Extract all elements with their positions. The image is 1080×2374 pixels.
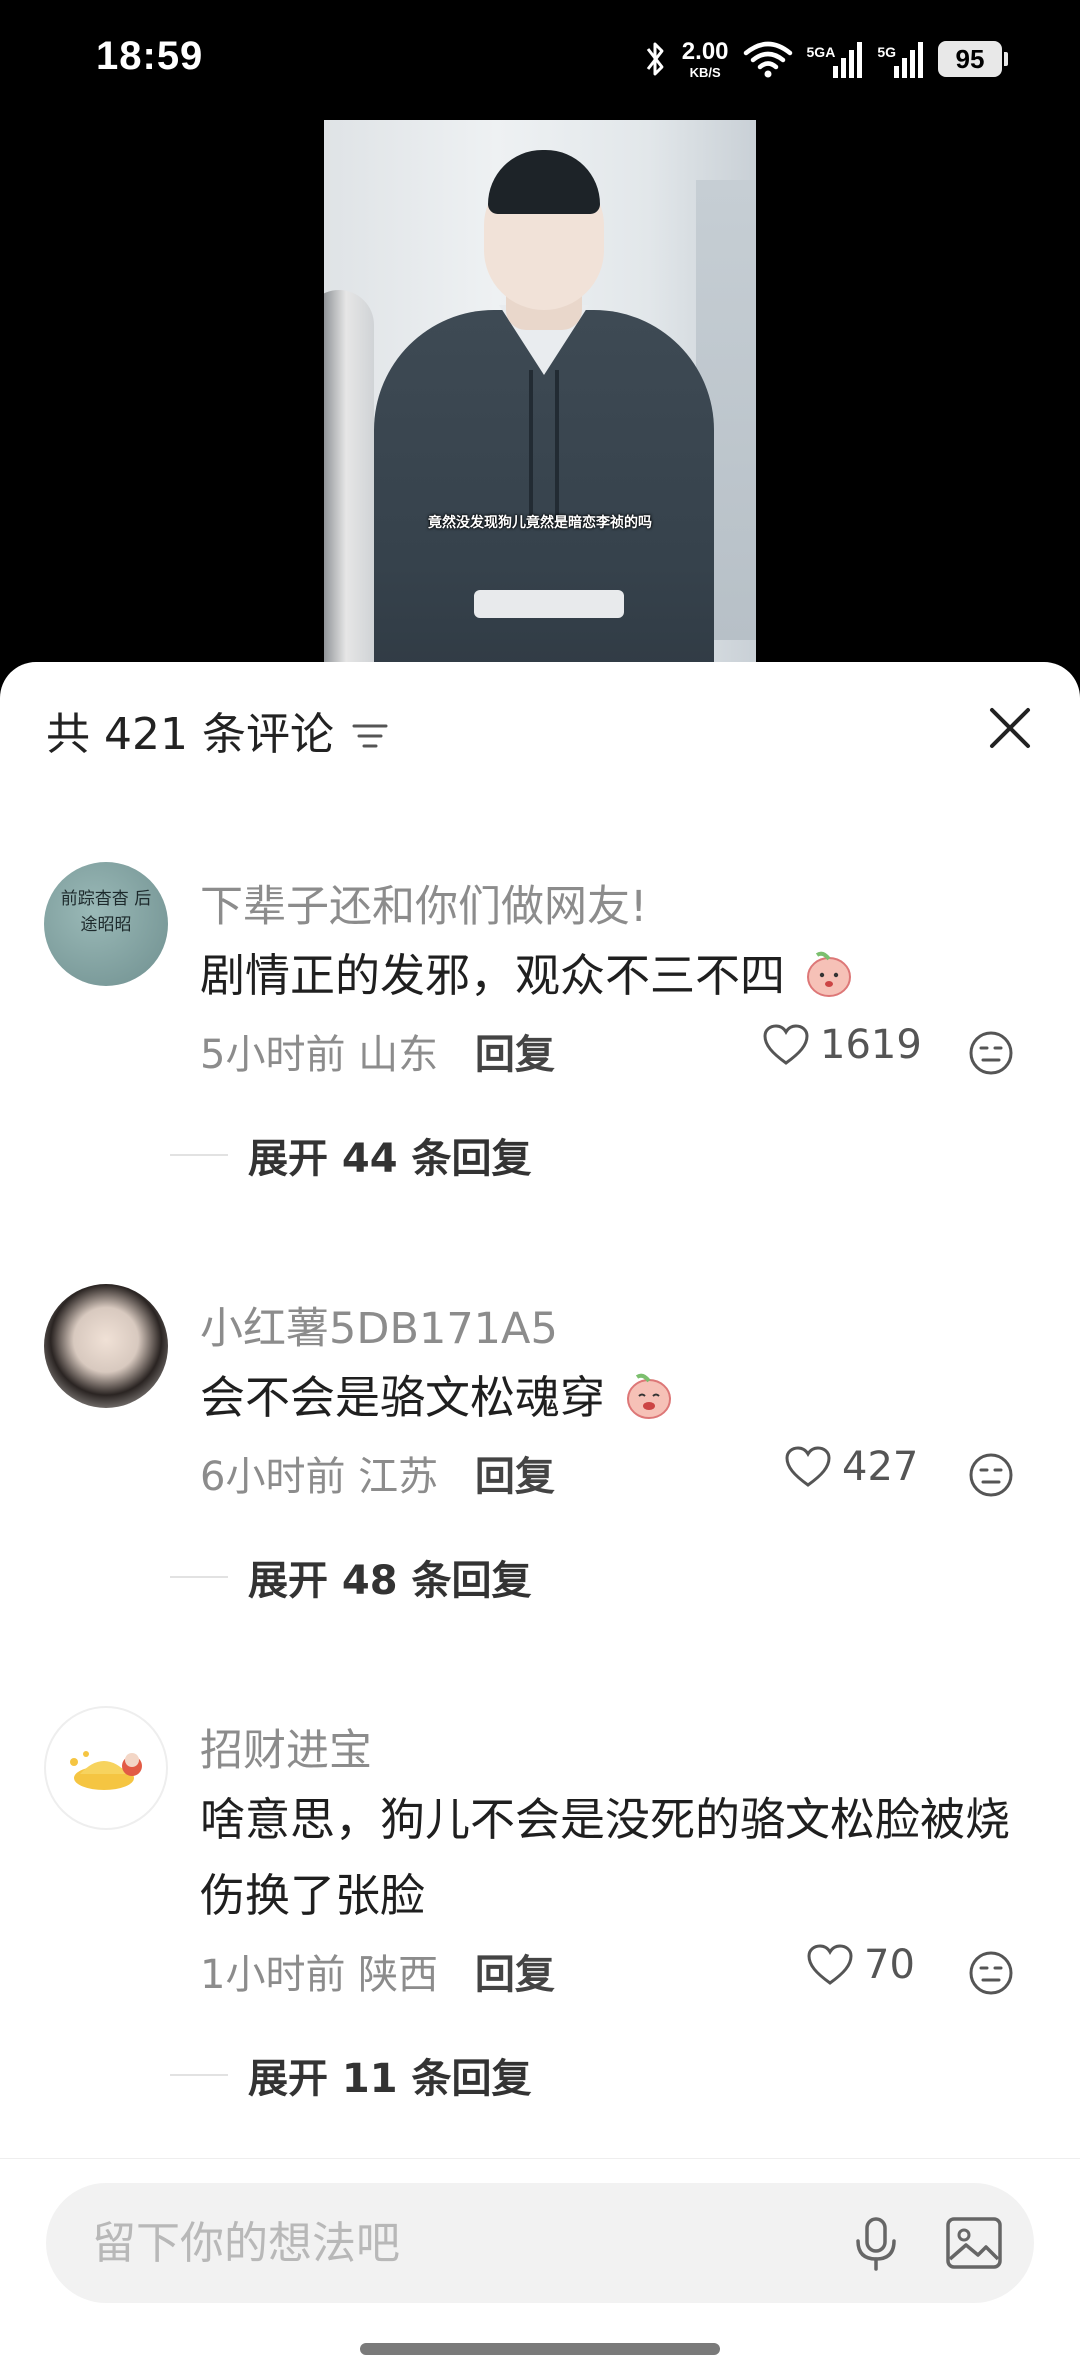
reply-button[interactable]: 回复 xyxy=(475,1454,555,1500)
network-speed-value: 2.00 xyxy=(681,37,729,65)
reply-button[interactable]: 回复 xyxy=(475,1952,555,1998)
comment-meta: 6小时前 江苏 回复 xyxy=(200,1444,555,1502)
expand-replies-button[interactable]: 展开 48 条回复 xyxy=(170,1548,532,1606)
video-character-hat xyxy=(488,150,600,214)
comment-panel-header: 共 421 条评论 xyxy=(0,662,1080,802)
avatar[interactable] xyxy=(44,1706,168,1830)
image-icon xyxy=(946,2217,1002,2269)
signal-5ga: 5GA xyxy=(807,40,864,78)
voice-input-button[interactable] xyxy=(846,2213,906,2273)
comment-time: 5小时前 xyxy=(200,1032,346,1078)
like-button[interactable]: 427 xyxy=(784,1444,918,1490)
signal-5g: 5G xyxy=(877,40,924,78)
avatar[interactable] xyxy=(44,1284,168,1408)
network-speed: 2.00 KB/S xyxy=(681,37,729,80)
expand-replies-label: 展开 44 条回复 xyxy=(248,1136,532,1182)
comment-location: 山东 xyxy=(358,1032,439,1078)
video-character-belt xyxy=(474,590,624,618)
expand-divider-line xyxy=(170,1154,228,1156)
expand-replies-button[interactable]: 展开 11 条回复 xyxy=(170,2046,532,2104)
avatar[interactable]: 前踪杳杳 后途昭昭 xyxy=(44,862,168,986)
sort-filter-icon[interactable] xyxy=(352,718,388,754)
like-button[interactable]: 70 xyxy=(806,1942,915,1988)
status-bar: 18:59 2.00 KB/S 5GA 5G 95 xyxy=(0,0,1080,120)
heart-icon xyxy=(807,1944,853,1985)
like-count: 1619 xyxy=(820,1022,922,1068)
video-player[interactable]: 竟然没发现狗儿竟然是暗恋李祯的吗 xyxy=(0,120,1080,680)
like-count: 427 xyxy=(842,1444,919,1490)
cellular-signal-icon xyxy=(894,42,923,78)
comment-text-content: 剧情正的发邪，观众不三不四 xyxy=(200,949,786,1002)
bluetooth-icon xyxy=(644,39,668,79)
network-speed-unit: KB/S xyxy=(689,64,721,80)
comment-input[interactable] xyxy=(92,2183,852,2303)
comment-count-title: 共 421 条评论 xyxy=(46,709,334,760)
status-icons: 2.00 KB/S 5GA 5G 95 xyxy=(644,34,1008,84)
react-emoji-button[interactable] xyxy=(968,1950,1014,1996)
signal-5ga-label: 5GA xyxy=(806,44,836,60)
wifi-icon xyxy=(743,39,793,79)
battery-indicator: 95 xyxy=(938,41,1008,77)
video-side-figure xyxy=(324,290,374,680)
comment-panel: 共 421 条评论 前踪杳杳 后途昭昭 下辈子还和你们做网友! 剧情正的发邪，观… xyxy=(0,662,1080,2374)
comment-meta: 5小时前 山东 回复 xyxy=(200,1022,555,1080)
like-button[interactable]: 1619 xyxy=(762,1022,922,1068)
cellular-signal-icon xyxy=(833,42,863,78)
react-emoji-button[interactable] xyxy=(968,1452,1014,1498)
neutral-face-icon xyxy=(969,1453,1013,1497)
microphone-icon xyxy=(856,2217,896,2271)
expand-replies-label: 展开 11 条回复 xyxy=(248,2056,532,2102)
comment-text: 剧情正的发邪，观众不三不四 xyxy=(200,938,1030,1014)
video-subtitle: 竟然没发现狗儿竟然是暗恋李祯的吗 xyxy=(428,515,652,531)
expand-divider-line xyxy=(170,2074,228,2076)
expand-replies-label: 展开 48 条回复 xyxy=(248,1558,532,1604)
comment-location: 陕西 xyxy=(358,1952,439,1998)
neutral-face-icon xyxy=(969,1951,1013,1995)
video-frame[interactable]: 竟然没发现狗儿竟然是暗恋李祯的吗 xyxy=(324,120,756,680)
comment-time: 1小时前 xyxy=(200,1952,346,1998)
heart-icon xyxy=(763,1024,809,1065)
comment-text: 会不会是骆文松魂穿 xyxy=(200,1360,1030,1436)
avatar-text: 前踪杳杳 后途昭昭 xyxy=(60,889,152,935)
expand-divider-line xyxy=(170,1576,228,1578)
comment-username[interactable]: 招财进宝 xyxy=(200,1716,372,1778)
comment-meta: 1小时前 陕西 回复 xyxy=(200,1942,555,2000)
like-count: 70 xyxy=(864,1942,915,1988)
neutral-face-icon xyxy=(969,1031,1013,1075)
comment-username[interactable]: 小红薯5DB171A5 xyxy=(200,1294,558,1356)
comment-time: 6小时前 xyxy=(200,1454,346,1500)
heart-icon xyxy=(785,1446,831,1487)
peach-emoji-icon xyxy=(627,1373,672,1419)
expand-replies-button[interactable]: 展开 44 条回复 xyxy=(170,1126,532,1184)
status-time: 18:59 xyxy=(96,34,204,78)
peach-emoji-icon xyxy=(807,951,852,997)
reply-button[interactable]: 回复 xyxy=(475,1032,555,1078)
comment-text: 啥意思，狗儿不会是没死的骆文松脸被烧伤换了张脸 xyxy=(200,1793,1011,1922)
video-character-buttons xyxy=(529,370,559,520)
close-button[interactable] xyxy=(984,702,1036,754)
comment-username[interactable]: 下辈子还和你们做网友! xyxy=(200,872,647,934)
comment-location: 江苏 xyxy=(358,1454,439,1500)
home-indicator[interactable] xyxy=(360,2343,720,2355)
close-icon xyxy=(990,708,1030,748)
image-picker-button[interactable] xyxy=(944,2213,1004,2273)
react-emoji-button[interactable] xyxy=(968,1030,1014,1076)
comment-input-bar xyxy=(0,2158,1080,2374)
comment-text-content: 会不会是骆文松魂穿 xyxy=(200,1371,606,1424)
gold-ingot-icon xyxy=(70,1751,142,1790)
comment-input-container[interactable] xyxy=(46,2183,1034,2303)
